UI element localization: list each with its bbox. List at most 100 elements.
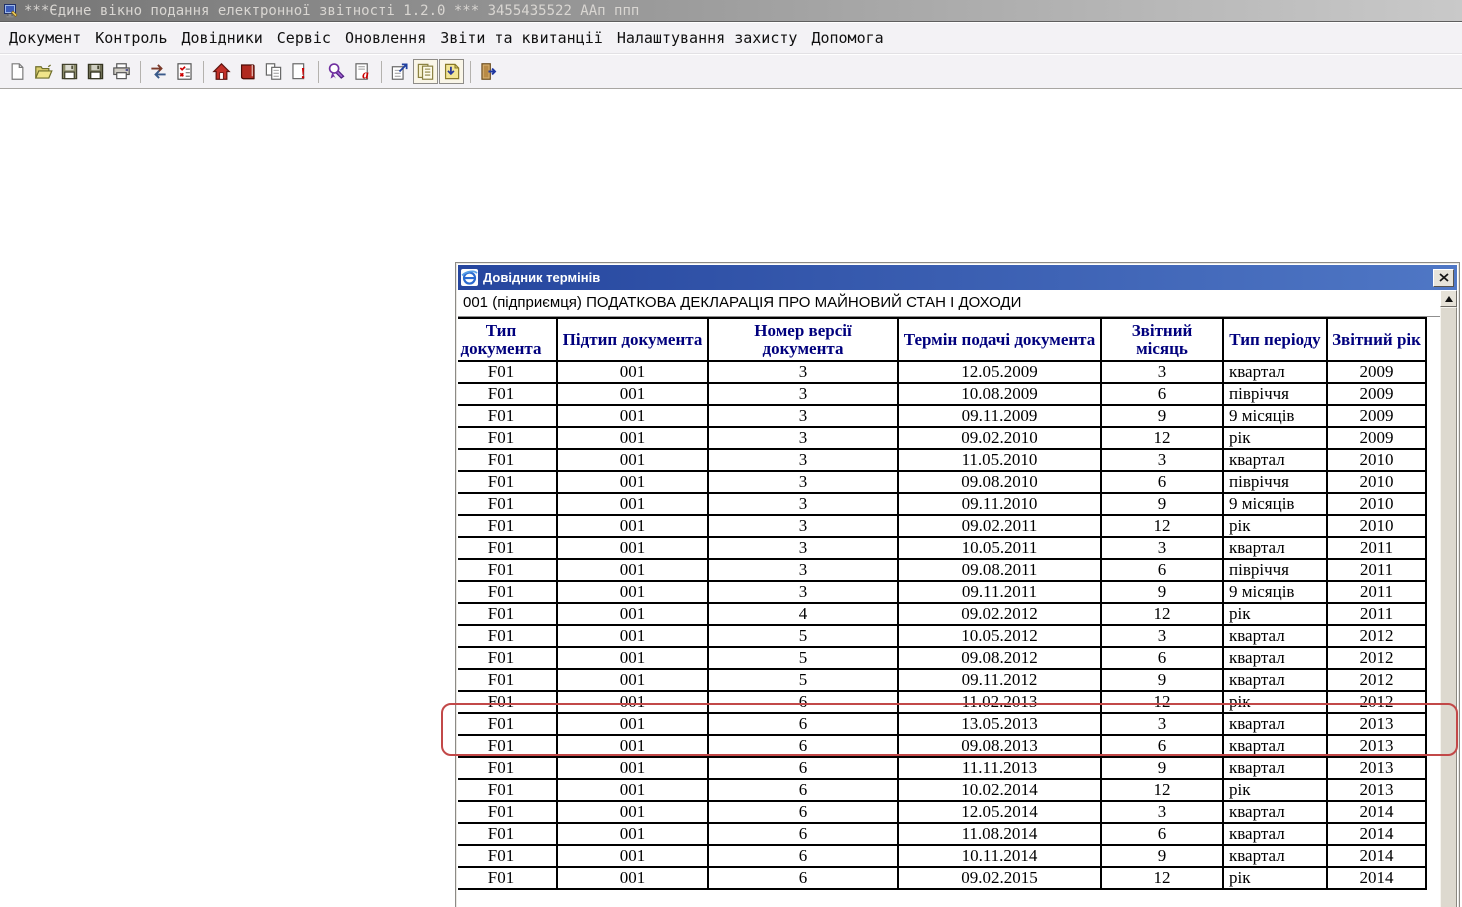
table-cell[interactable]: 2009 xyxy=(1327,405,1426,427)
table-cell[interactable]: 2014 xyxy=(1327,845,1426,867)
table-cell[interactable]: 3 xyxy=(708,449,898,471)
table-cell[interactable]: квартал xyxy=(1223,625,1327,647)
table-row[interactable]: F01001310.08.20096півріччя2009 xyxy=(458,383,1426,405)
table-cell[interactable]: квартал xyxy=(1223,361,1327,383)
table-cell[interactable]: 11.05.2010 xyxy=(898,449,1101,471)
save-button[interactable] xyxy=(57,59,82,84)
table-row[interactable]: F01001309.08.20116півріччя2011 xyxy=(458,559,1426,581)
table-cell[interactable]: 001 xyxy=(557,383,708,405)
table-row[interactable]: F01001309.02.201012рік2009 xyxy=(458,427,1426,449)
table-cell[interactable]: півріччя xyxy=(1223,559,1327,581)
table-cell[interactable]: 3 xyxy=(1101,625,1223,647)
table-cell[interactable]: 001 xyxy=(557,735,708,757)
open-button[interactable] xyxy=(31,59,56,84)
table-row[interactable]: F01001312.05.20093квартал2009 xyxy=(458,361,1426,383)
table-cell[interactable]: F01 xyxy=(458,735,557,757)
table-cell[interactable]: 001 xyxy=(557,867,708,889)
table-cell[interactable]: 2013 xyxy=(1327,757,1426,779)
table-cell[interactable]: 3 xyxy=(708,383,898,405)
table-cell[interactable]: 2010 xyxy=(1327,449,1426,471)
table-row[interactable]: F01001311.05.20103квартал2010 xyxy=(458,449,1426,471)
table-row[interactable]: F01001509.08.20126квартал2012 xyxy=(458,647,1426,669)
table-cell[interactable]: F01 xyxy=(458,581,557,603)
table-cell[interactable]: 2010 xyxy=(1327,471,1426,493)
table-cell[interactable]: F01 xyxy=(458,383,557,405)
table-cell[interactable]: F01 xyxy=(458,867,557,889)
table-row[interactable]: F01001409.02.201212рік2011 xyxy=(458,603,1426,625)
table-cell[interactable]: 001 xyxy=(557,471,708,493)
table-cell[interactable]: 9 xyxy=(1101,405,1223,427)
table-cell[interactable]: 09.02.2011 xyxy=(898,515,1101,537)
document-alert-button[interactable]: ! xyxy=(287,59,312,84)
table-cell[interactable]: 2009 xyxy=(1327,383,1426,405)
table-cell[interactable]: 9 місяців xyxy=(1223,405,1327,427)
table-cell[interactable]: 5 xyxy=(708,647,898,669)
table-cell[interactable]: 6 xyxy=(1101,559,1223,581)
table-cell[interactable]: 001 xyxy=(557,757,708,779)
table-cell[interactable]: 10.11.2014 xyxy=(898,845,1101,867)
table-cell[interactable]: 6 xyxy=(1101,823,1223,845)
new-document-button[interactable] xyxy=(5,59,30,84)
home-button[interactable] xyxy=(209,59,234,84)
table-cell[interactable]: 11.02.2013 xyxy=(898,691,1101,713)
table-cell[interactable]: 6 xyxy=(708,845,898,867)
table-cell[interactable]: 2014 xyxy=(1327,823,1426,845)
table-row[interactable]: F01001310.05.20113квартал2011 xyxy=(458,537,1426,559)
menu-item[interactable]: Документ xyxy=(2,26,88,50)
table-cell[interactable]: 10.08.2009 xyxy=(898,383,1101,405)
menu-item[interactable]: Оновлення xyxy=(338,26,433,50)
table-cell[interactable]: 09.02.2015 xyxy=(898,867,1101,889)
table-cell[interactable]: 001 xyxy=(557,361,708,383)
table-cell[interactable]: 2012 xyxy=(1327,625,1426,647)
table-cell[interactable]: 10.05.2012 xyxy=(898,625,1101,647)
table-cell[interactable]: 09.11.2010 xyxy=(898,493,1101,515)
table-cell[interactable]: 2011 xyxy=(1327,559,1426,581)
table-cell[interactable]: 6 xyxy=(708,779,898,801)
table-cell[interactable]: F01 xyxy=(458,537,557,559)
table-cell[interactable]: рік xyxy=(1223,691,1327,713)
table-cell[interactable]: F01 xyxy=(458,603,557,625)
table-row[interactable]: F01001610.11.20149квартал2014 xyxy=(458,845,1426,867)
table-cell[interactable]: 09.11.2011 xyxy=(898,581,1101,603)
table-cell[interactable]: F01 xyxy=(458,823,557,845)
table-cell[interactable]: 9 xyxy=(1101,757,1223,779)
table-cell[interactable]: 2011 xyxy=(1327,537,1426,559)
table-cell[interactable]: 12 xyxy=(1101,515,1223,537)
table-cell[interactable]: 12.05.2014 xyxy=(898,801,1101,823)
table-cell[interactable]: рік xyxy=(1223,867,1327,889)
preview-button[interactable] xyxy=(387,59,412,84)
table-cell[interactable]: 10.02.2014 xyxy=(898,779,1101,801)
table-cell[interactable]: 3 xyxy=(708,559,898,581)
table-row[interactable]: F01001610.02.201412рік2013 xyxy=(458,779,1426,801)
table-cell[interactable]: 001 xyxy=(557,845,708,867)
table-cell[interactable]: 3 xyxy=(708,427,898,449)
table-cell[interactable]: 2014 xyxy=(1327,867,1426,889)
table-cell[interactable]: 2012 xyxy=(1327,669,1426,691)
table-cell[interactable]: 2011 xyxy=(1327,603,1426,625)
copy-button[interactable] xyxy=(261,59,286,84)
table-cell[interactable]: квартал xyxy=(1223,713,1327,735)
table-cell[interactable]: 6 xyxy=(1101,647,1223,669)
table-cell[interactable]: F01 xyxy=(458,845,557,867)
table-cell[interactable]: 5 xyxy=(708,625,898,647)
table-cell[interactable]: 12 xyxy=(1101,779,1223,801)
table-row[interactable]: F01001611.02.201312рік2012 xyxy=(458,691,1426,713)
table-cell[interactable]: 2010 xyxy=(1327,493,1426,515)
table-cell[interactable]: 13.05.2013 xyxy=(898,713,1101,735)
menu-item[interactable]: Сервіс xyxy=(270,26,338,50)
table-cell[interactable]: квартал xyxy=(1223,801,1327,823)
menu-item[interactable]: Звіти та квитанції xyxy=(433,26,610,50)
table-cell[interactable]: 001 xyxy=(557,691,708,713)
table-cell[interactable]: 001 xyxy=(557,713,708,735)
check-report-button[interactable] xyxy=(172,59,197,84)
table-cell[interactable]: 10.05.2011 xyxy=(898,537,1101,559)
print-button[interactable] xyxy=(109,59,134,84)
table-cell[interactable]: 9 місяців xyxy=(1223,493,1327,515)
table-cell[interactable]: F01 xyxy=(458,691,557,713)
table-cell[interactable]: 001 xyxy=(557,625,708,647)
table-cell[interactable]: квартал xyxy=(1223,647,1327,669)
exit-button[interactable] xyxy=(476,59,501,84)
dialog-titlebar[interactable]: Довідник термінів xyxy=(458,265,1457,290)
table-cell[interactable]: 6 xyxy=(708,801,898,823)
menu-item[interactable]: Допомога xyxy=(804,26,890,50)
